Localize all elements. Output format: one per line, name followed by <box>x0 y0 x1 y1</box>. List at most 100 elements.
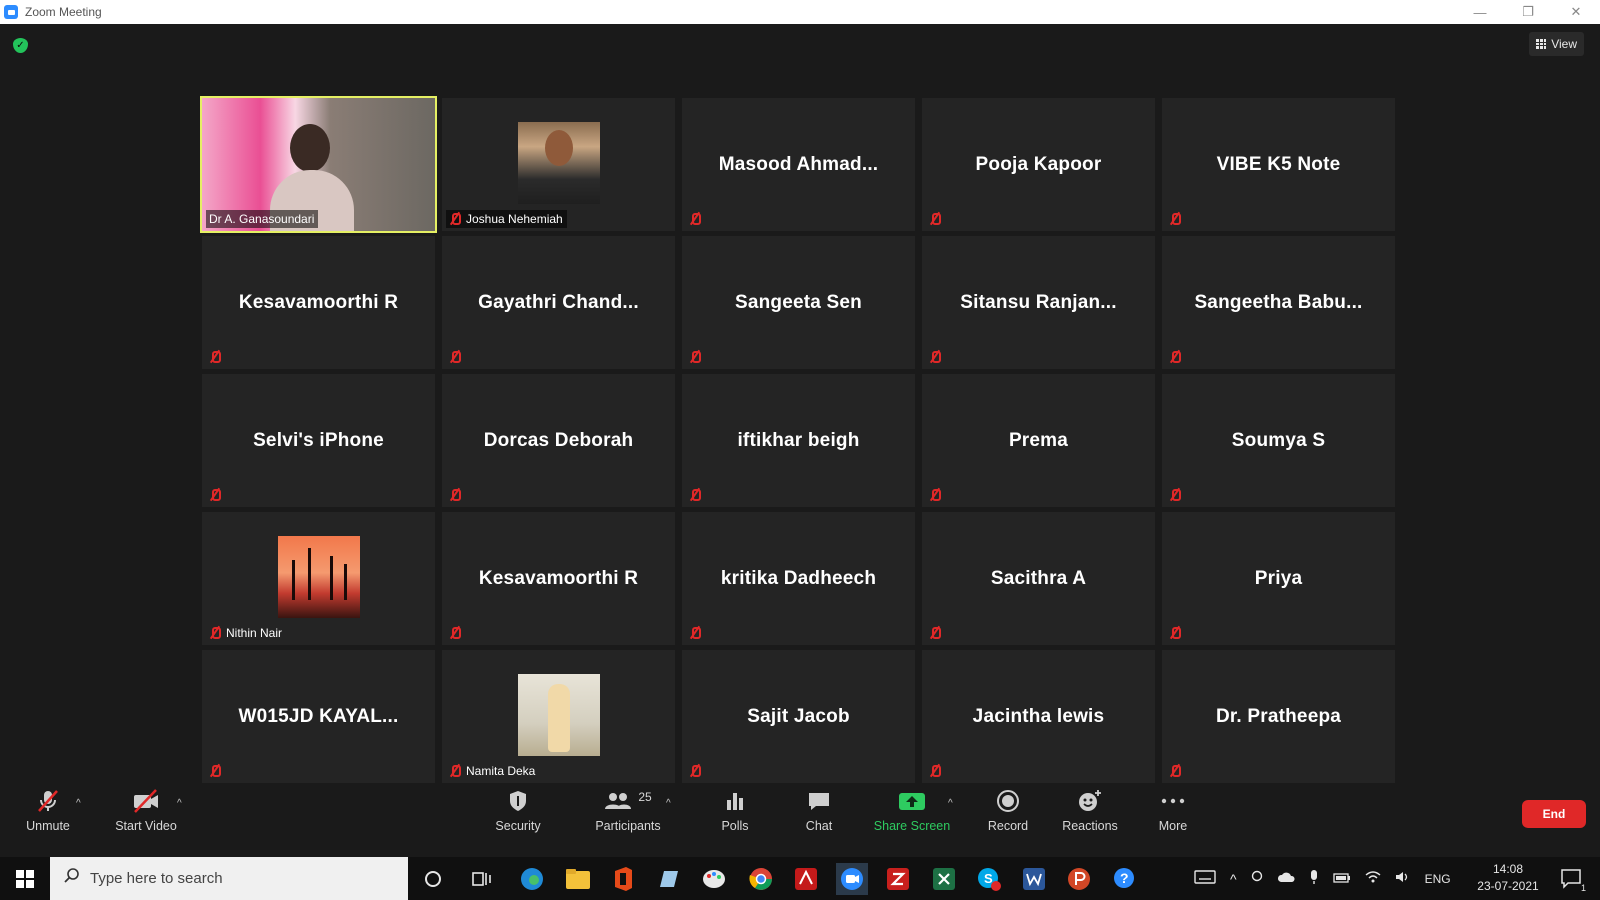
task-view-icon[interactable] <box>466 863 498 895</box>
share-options-chevron-icon[interactable]: ^ <box>948 798 953 809</box>
unmute-button[interactable]: Unmute <box>18 786 78 842</box>
participant-name: VIBE K5 Note <box>1216 153 1341 175</box>
onedrive-cloud-icon[interactable] <box>1277 871 1295 886</box>
participant-tile[interactable]: kritika Dadheech <box>682 512 915 645</box>
zoom-meeting-window: Zoom Meeting — ❐ ✕ ✓ View Dr A. Ganasoun… <box>0 0 1600 900</box>
zoom-taskbar-icon[interactable] <box>836 863 868 895</box>
participant-name: Pooja Kapoor <box>975 153 1102 175</box>
encryption-shield-icon[interactable]: ✓ <box>13 38 28 53</box>
muted-mic-icon <box>929 626 941 640</box>
help-icon[interactable]: ? <box>1109 863 1141 895</box>
participant-tile[interactable]: Priya <box>1162 512 1395 645</box>
participant-tile[interactable]: Sangeeta Sen <box>682 236 915 369</box>
notepad-icon[interactable] <box>652 863 684 895</box>
start-video-button[interactable]: Start Video <box>110 786 182 842</box>
muted-mic-icon <box>689 212 701 226</box>
participant-tile[interactable]: Dorcas Deborah <box>442 374 675 507</box>
end-meeting-button[interactable]: End <box>1522 800 1586 828</box>
audio-options-chevron-icon[interactable]: ^ <box>76 798 81 809</box>
participant-name: Namita Deka <box>466 764 536 778</box>
paint-icon[interactable] <box>698 863 730 895</box>
participant-name: Nithin Nair <box>226 626 283 640</box>
participant-name: iftikhar beigh <box>737 429 860 451</box>
notification-center-icon[interactable]: 1 <box>1556 863 1588 895</box>
word-icon[interactable] <box>1018 863 1050 895</box>
muted-microphone-icon <box>35 786 61 816</box>
cortana-icon[interactable] <box>417 863 449 895</box>
more-button[interactable]: More <box>1148 786 1198 842</box>
muted-mic-icon <box>1169 764 1181 778</box>
polls-button[interactable]: Polls <box>710 786 760 842</box>
security-button[interactable]: Security <box>488 786 548 842</box>
participant-name: Soumya S <box>1231 429 1326 451</box>
record-button[interactable]: Record <box>980 786 1036 842</box>
participant-tile[interactable]: Joshua Nehemiah <box>442 98 675 231</box>
microphone-tray-icon[interactable] <box>1309 869 1319 888</box>
participant-tile[interactable]: Masood Ahmad... <box>682 98 915 231</box>
excel-icon[interactable] <box>928 863 960 895</box>
participant-tile[interactable]: Kesavamoorthi R <box>442 512 675 645</box>
participant-tile[interactable]: Dr A. Ganasoundari <box>200 96 437 233</box>
profile-picture <box>518 674 600 756</box>
reactions-button[interactable]: Reactions <box>1058 786 1122 842</box>
share-screen-button[interactable]: Share Screen <box>872 786 952 842</box>
more-label: More <box>1158 819 1188 833</box>
participant-tile[interactable]: Namita Deka <box>442 650 675 783</box>
participants-button[interactable]: 25 Participants <box>580 786 676 842</box>
edge-browser-icon[interactable] <box>516 863 548 895</box>
participant-name: Sajit Jacob <box>747 705 850 727</box>
participants-icon <box>605 793 632 809</box>
taskbar-clock[interactable]: 14:08 23-07-2021 <box>1472 861 1544 895</box>
battery-icon[interactable] <box>1332 872 1351 886</box>
participant-tile[interactable]: Sangeetha Babu... <box>1162 236 1395 369</box>
participant-tile[interactable]: Soumya S <box>1162 374 1395 507</box>
keyboard-icon[interactable] <box>1194 870 1216 887</box>
participant-name: Dr. Pratheepa <box>1215 705 1342 727</box>
windows-start-icon[interactable] <box>0 857 50 900</box>
participant-name: Masood Ahmad... <box>718 153 879 175</box>
participant-tile[interactable]: Selvi's iPhone <box>202 374 435 507</box>
participant-tile[interactable]: Jacintha lewis <box>922 650 1155 783</box>
participant-tile[interactable]: Kesavamoorthi R <box>202 236 435 369</box>
restore-button[interactable]: ❐ <box>1504 0 1552 24</box>
wifi-icon[interactable] <box>1365 870 1381 887</box>
participant-tile[interactable]: Prema <box>922 374 1155 507</box>
participant-name: Kesavamoorthi R <box>478 567 639 589</box>
participant-name: Prema <box>1008 429 1069 451</box>
view-button[interactable]: View <box>1529 32 1584 56</box>
video-options-chevron-icon[interactable]: ^ <box>177 798 182 809</box>
taskbar-search-box[interactable]: Type here to search <box>50 857 408 900</box>
chat-button[interactable]: Chat <box>794 786 844 842</box>
participant-tile[interactable]: Dr. Pratheepa <box>1162 650 1395 783</box>
close-button[interactable]: ✕ <box>1552 0 1600 24</box>
minimize-button[interactable]: — <box>1456 0 1504 24</box>
acrobat-reader-icon[interactable] <box>790 863 822 895</box>
chrome-icon[interactable] <box>745 863 777 895</box>
participant-tile[interactable]: Sajit Jacob <box>682 650 915 783</box>
participant-tile[interactable]: Nithin Nair <box>202 512 435 645</box>
participant-tile[interactable]: VIBE K5 Note <box>1162 98 1395 231</box>
participant-tile[interactable]: Pooja Kapoor <box>922 98 1155 231</box>
office-icon[interactable] <box>607 863 639 895</box>
muted-mic-icon <box>1169 626 1181 640</box>
participant-tile[interactable]: W015JD KAYAL... <box>202 650 435 783</box>
participant-tile[interactable]: Gayathri Chand... <box>442 236 675 369</box>
polls-bar-chart-icon <box>724 786 746 816</box>
volume-icon[interactable] <box>1395 870 1411 887</box>
input-language[interactable]: ENG <box>1425 872 1451 886</box>
participant-tile[interactable]: Sacithra A <box>922 512 1155 645</box>
file-explorer-icon[interactable] <box>562 863 594 895</box>
participants-options-chevron-icon[interactable]: ^ <box>666 798 671 809</box>
zotero-icon[interactable] <box>882 863 914 895</box>
participant-tile[interactable]: Sitansu Ranjan... <box>922 236 1155 369</box>
webcam-icon[interactable] <box>1251 870 1263 887</box>
participant-tile[interactable]: iftikhar beigh <box>682 374 915 507</box>
share-screen-arrow-icon <box>898 786 926 816</box>
show-hidden-icons-chevron-icon[interactable]: ^ <box>1230 871 1237 887</box>
window-title: Zoom Meeting <box>25 5 102 19</box>
skype-icon[interactable]: S <box>973 863 1005 895</box>
powerpoint-icon[interactable] <box>1063 863 1095 895</box>
clock-date: 23-07-2021 <box>1477 879 1539 893</box>
participant-name: Sangeeta Sen <box>734 291 862 313</box>
security-shield-icon <box>507 786 529 816</box>
